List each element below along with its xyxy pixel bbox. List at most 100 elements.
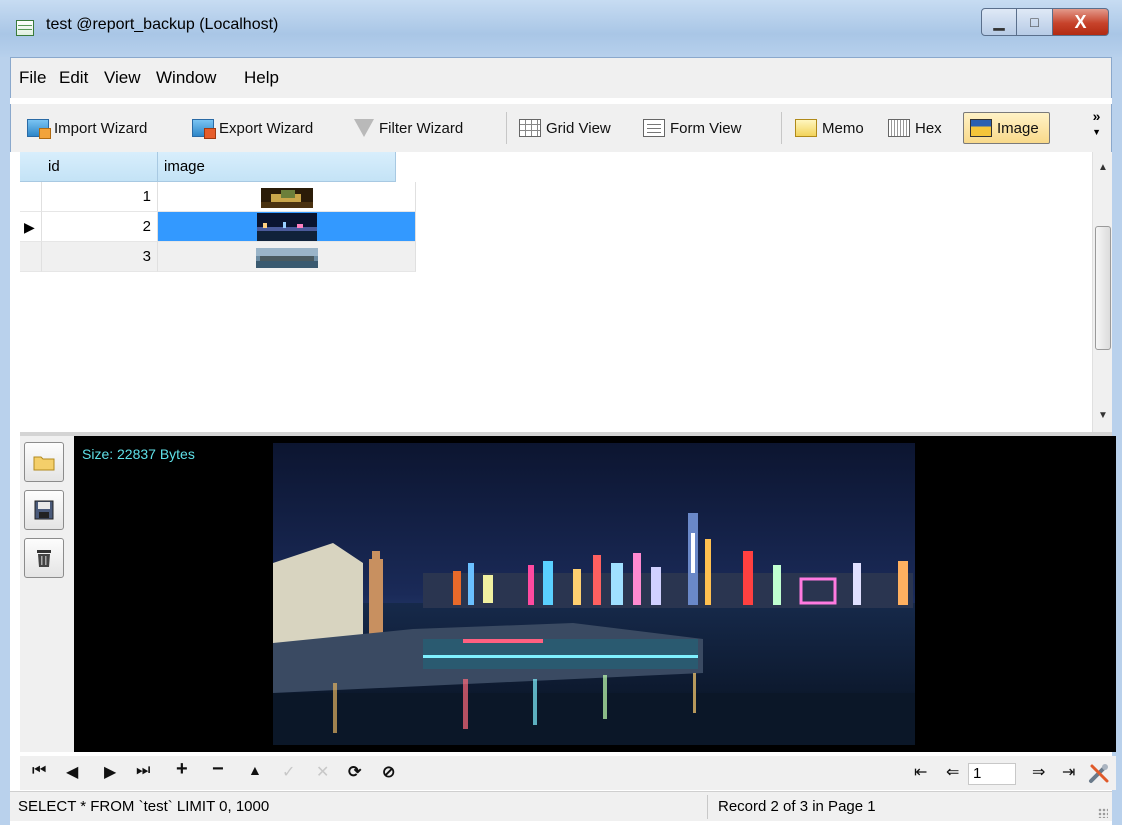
export-wizard-label: Export Wizard: [219, 119, 314, 137]
current-row-arrow-icon: ▶: [24, 219, 35, 235]
image-thumbnail: [260, 188, 313, 208]
resize-grip-icon[interactable]: [1098, 808, 1108, 818]
cell-id[interactable]: 3: [42, 242, 158, 272]
form-view-label: Form View: [670, 119, 742, 137]
column-header-id[interactable]: id: [20, 152, 158, 182]
add-record-button[interactable]: +: [176, 758, 188, 781]
hex-label: Hex: [915, 119, 942, 137]
image-view-button[interactable]: Image: [963, 112, 1050, 144]
close-icon: X: [1074, 11, 1087, 32]
scrollbar-thumb[interactable]: [1095, 226, 1111, 350]
table-row[interactable]: 3: [20, 242, 416, 272]
minimize-icon: ▁: [993, 13, 1005, 30]
cell-image[interactable]: [158, 212, 416, 242]
menu-file[interactable]: File: [19, 68, 46, 88]
night-skyline-photo: [273, 443, 915, 745]
previous-page-button[interactable]: ⇐: [946, 762, 959, 782]
edit-record-button[interactable]: ▲: [248, 762, 262, 778]
chevron-down-icon: ▼: [1092, 127, 1101, 137]
first-record-button[interactable]: ⏮: [32, 762, 46, 780]
hex-icon: [888, 119, 910, 137]
status-divider: [707, 795, 708, 819]
next-record-button[interactable]: ▶: [104, 762, 116, 782]
cell-image[interactable]: [158, 182, 416, 212]
minimize-button[interactable]: ▁: [981, 8, 1017, 36]
application-window: test @report_backup (Localhost) ▁ □ X Fi…: [0, 0, 1122, 825]
trash-icon: [37, 550, 51, 567]
settings-tools-icon[interactable]: [1088, 762, 1110, 784]
cell-id[interactable]: 1: [42, 182, 158, 212]
toolbar-overflow-button[interactable]: » ▼: [1092, 108, 1101, 140]
status-bar: SELECT * FROM `test` LIMIT 0, 1000 Recor…: [10, 791, 1112, 821]
table-row[interactable]: ▶ 2: [20, 212, 416, 242]
page-number-input[interactable]: 1: [968, 763, 1016, 785]
stop-button[interactable]: ⊘: [382, 762, 395, 782]
chevron-double-right-icon: »: [1092, 108, 1101, 124]
grid-header: id image: [20, 152, 396, 182]
image-size-label: Size: 22837 Bytes: [82, 446, 195, 462]
image-icon: [970, 119, 992, 137]
table-row[interactable]: 1: [20, 182, 416, 212]
toolbar-separator: [506, 112, 507, 144]
scroll-up-icon[interactable]: ▲: [1093, 162, 1113, 173]
memo-icon: [795, 119, 817, 137]
form-view-icon: [643, 119, 665, 137]
menu-window[interactable]: Window: [156, 68, 216, 88]
window-frame-left: [0, 57, 10, 825]
image-preview: [273, 443, 915, 745]
next-page-button[interactable]: ⇒: [1032, 762, 1045, 782]
save-icon: [34, 500, 54, 520]
column-header-image[interactable]: image: [158, 152, 396, 182]
filter-icon: [354, 119, 374, 137]
grid-view-label: Grid View: [546, 119, 611, 137]
vertical-scrollbar[interactable]: ▲ ▼: [1092, 152, 1112, 432]
open-image-button[interactable]: [24, 442, 64, 482]
import-wizard-icon: [27, 119, 51, 139]
grid-view-icon: [519, 119, 541, 137]
row-indicator[interactable]: [20, 242, 42, 272]
last-record-button[interactable]: ⏭: [136, 762, 150, 780]
export-wizard-icon: [192, 119, 216, 139]
hex-button[interactable]: Hex: [888, 112, 942, 144]
toolbar: Import Wizard Export Wizard Filter Wizar…: [10, 104, 1112, 152]
form-view-button[interactable]: Form View: [643, 112, 741, 144]
data-grid: id image 1 ▶ 2 3: [20, 152, 1092, 432]
record-position-status: Record 2 of 3 in Page 1: [718, 798, 876, 815]
folder-icon: [33, 456, 55, 471]
export-wizard-button[interactable]: Export Wizard: [192, 112, 313, 144]
cell-image[interactable]: [158, 242, 416, 272]
image-label: Image: [997, 119, 1039, 137]
first-page-button[interactable]: ⇤: [914, 762, 927, 782]
window-title: test @report_backup (Localhost): [46, 16, 279, 33]
table-icon: [16, 20, 34, 36]
import-wizard-button[interactable]: Import Wizard: [27, 112, 147, 144]
toolbar-separator: [781, 112, 782, 144]
menu-edit[interactable]: Edit: [59, 68, 88, 88]
filter-wizard-label: Filter Wizard: [379, 119, 464, 137]
apply-changes-button[interactable]: ✓: [282, 762, 295, 782]
maximize-button[interactable]: □: [1017, 8, 1053, 36]
scroll-down-icon[interactable]: ▼: [1093, 410, 1113, 421]
filter-wizard-button[interactable]: Filter Wizard: [354, 112, 463, 144]
window-controls: ▁ □ X: [981, 8, 1109, 36]
discard-changes-button[interactable]: ✕: [316, 762, 329, 782]
delete-image-button[interactable]: [24, 538, 64, 578]
image-thumbnail: [256, 213, 317, 241]
menu-bar: File Edit View Window Help: [10, 58, 1112, 98]
memo-button[interactable]: Memo: [795, 112, 864, 144]
menu-view[interactable]: View: [104, 68, 141, 88]
save-image-button[interactable]: [24, 490, 64, 530]
row-indicator[interactable]: ▶: [20, 212, 42, 242]
grid-view-button[interactable]: Grid View: [519, 112, 611, 144]
previous-record-button[interactable]: ◀: [66, 762, 78, 782]
close-button[interactable]: X: [1053, 8, 1109, 36]
title-bar[interactable]: test @report_backup (Localhost) ▁ □ X: [0, 0, 1122, 58]
record-navigator: ⏮ ◀ ▶ ⏭ + − ▲ ✓ ✕ ⟳ ⊘ ⇤ ⇐ 1 ⇒ ⇥: [20, 756, 1116, 790]
maximize-icon: □: [1030, 14, 1039, 30]
menu-help[interactable]: Help: [244, 68, 279, 88]
refresh-button[interactable]: ⟳: [348, 762, 361, 782]
row-indicator[interactable]: [20, 182, 42, 212]
last-page-button[interactable]: ⇥: [1062, 762, 1075, 782]
delete-record-button[interactable]: −: [212, 758, 224, 781]
cell-id[interactable]: 2: [42, 212, 158, 242]
